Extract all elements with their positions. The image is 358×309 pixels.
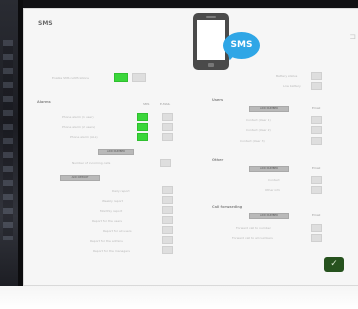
forwarding-title: Call forwarding xyxy=(212,205,243,209)
report-row-2-label: Weekly report xyxy=(102,199,123,203)
incoming-calls-label: Number of incoming calls xyxy=(72,161,111,165)
alarm-row-3-sms-toggle[interactable] xyxy=(137,133,148,141)
report-row-4-toggle[interactable] xyxy=(162,216,173,224)
reports-add-button[interactable]: ADD REPORT xyxy=(60,175,100,181)
users-add-number-button[interactable]: ADD NUMBER xyxy=(249,106,289,112)
alarms-add-number-button[interactable]: ADD NUMBER xyxy=(98,149,134,155)
report-row-6-label: Report for the admins xyxy=(90,239,123,243)
report-row-7-toggle[interactable] xyxy=(162,246,173,254)
sms-bubble-icon: SMS xyxy=(223,32,260,59)
other-item-1-label: Contact xyxy=(268,178,280,182)
enable-sms-label: Enable SMS notifications xyxy=(52,76,89,80)
other-item-2-toggle[interactable] xyxy=(311,186,322,194)
report-row-3-label: Monthly report xyxy=(100,209,123,213)
alarm-row-3-email-toggle[interactable] xyxy=(162,133,173,141)
right-row-2-label: Low battery xyxy=(283,84,301,88)
alarm-row-2-sms-toggle[interactable] xyxy=(137,123,148,131)
report-row-1-toggle[interactable] xyxy=(162,186,173,194)
right-row-1-toggle[interactable] xyxy=(311,72,322,80)
report-row-6-toggle[interactable] xyxy=(162,236,173,244)
report-row-7-label: Report for the managers xyxy=(93,249,130,253)
enable-sms-toggle-off[interactable] xyxy=(132,73,146,82)
bottom-edge xyxy=(0,286,358,309)
check-icon: ✓ xyxy=(330,259,338,269)
alarm-row-1-label: Phone alarm (1 user) xyxy=(62,115,94,119)
alarm-row-1-sms-toggle[interactable] xyxy=(137,113,148,121)
right-row-1-label: Battery status xyxy=(276,74,298,78)
users-col: Email xyxy=(312,106,321,110)
phone-home-button xyxy=(208,63,214,67)
other-title: Other xyxy=(212,158,224,162)
alarm-row-1-email-toggle[interactable] xyxy=(162,113,173,121)
report-row-2-toggle[interactable] xyxy=(162,196,173,204)
alarm-row-2-email-toggle[interactable] xyxy=(162,123,173,131)
section-title-sms: SMS xyxy=(38,20,53,27)
right-row-2-toggle[interactable] xyxy=(311,82,322,90)
other-col: Email xyxy=(312,166,321,170)
forwarding-col: Email xyxy=(312,213,321,217)
phone-speaker xyxy=(206,16,216,18)
background-photo-strip xyxy=(0,0,18,309)
alarms-col-sms: SMS xyxy=(143,102,150,106)
report-row-5-toggle[interactable] xyxy=(162,226,173,234)
other-add-number-button[interactable]: ADD NUMBER xyxy=(249,166,289,172)
users-item-1-label: Contact (User 1) xyxy=(246,118,271,122)
alarms-title: Alarms xyxy=(37,100,51,104)
forwarding-item-1-toggle[interactable] xyxy=(311,224,322,232)
save-button[interactable]: ✓ xyxy=(324,257,344,272)
alarm-row-3-label: Phone alarm (ALL) xyxy=(70,135,98,139)
report-row-5-label: Report for all users xyxy=(103,229,132,233)
alarms-col-email: E-MAIL xyxy=(160,102,171,106)
forwarding-add-number-button[interactable]: ADD NUMBER xyxy=(249,213,289,219)
phone-screen xyxy=(197,20,225,60)
users-item-1-toggle[interactable] xyxy=(311,116,322,124)
enable-sms-toggle[interactable] xyxy=(114,73,128,82)
users-title: Users xyxy=(212,98,224,102)
users-item-2-label: Contact (User 2) xyxy=(246,128,271,132)
other-item-1-toggle[interactable] xyxy=(311,176,322,184)
sms-settings-card xyxy=(23,8,358,286)
users-item-3-toggle[interactable] xyxy=(311,137,322,145)
forwarding-item-1-label: Forward call to number xyxy=(236,226,271,230)
forwarding-item-2-label: Forward call to all numbers xyxy=(232,236,273,240)
report-row-3-toggle[interactable] xyxy=(162,206,173,214)
users-item-3-label: Contact (User 3) xyxy=(240,139,265,143)
alarm-row-2-label: Phone alarm (2 users) xyxy=(62,125,96,129)
forwarding-item-2-toggle[interactable] xyxy=(311,234,322,242)
incoming-calls-input[interactable] xyxy=(160,159,171,167)
users-item-2-toggle[interactable] xyxy=(311,126,322,134)
report-row-4-label: Report for the users xyxy=(92,219,122,223)
report-row-1-label: Daily report xyxy=(112,189,130,193)
other-item-2-label: Other info xyxy=(265,188,281,192)
close-icon[interactable]: ⊐ xyxy=(349,32,356,41)
